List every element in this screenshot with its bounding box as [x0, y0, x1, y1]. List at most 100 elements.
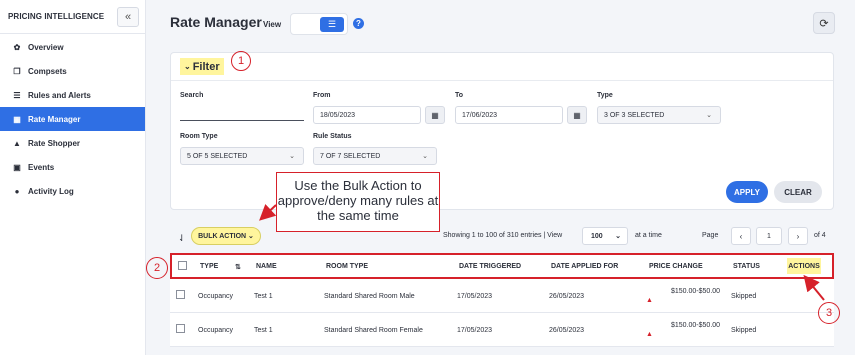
- row-checkbox[interactable]: [176, 290, 185, 299]
- row-date-applied: 26/05/2023: [549, 327, 585, 334]
- at-a-time-label: at a time: [635, 232, 662, 239]
- annotation-note: Use the Bulk Action to approve/deny many…: [276, 172, 440, 232]
- sidebar-item-label: Rate Manager: [28, 114, 81, 124]
- page-label: Page: [702, 232, 719, 239]
- to-date-field[interactable]: 17/06/2023: [455, 106, 563, 124]
- row-checkbox[interactable]: [176, 324, 185, 333]
- view-label: View: [263, 20, 282, 29]
- warning-icon: ▲: [646, 331, 653, 338]
- calendar-check-icon: ▣: [13, 162, 21, 172]
- view-toggle[interactable]: ☰: [290, 13, 348, 35]
- page-title: Rate Manager: [170, 14, 262, 30]
- filter-toggle[interactable]: ⌄ Filter: [180, 58, 224, 75]
- sidebar-item-events[interactable]: ▣ Events: [0, 155, 145, 179]
- sort-icon[interactable]: ⇃: [178, 233, 186, 244]
- column-header-status[interactable]: STATUS: [733, 263, 760, 270]
- per-page-select[interactable]: 100 ⌄: [582, 227, 628, 245]
- room-type-select-value: 5 OF 5 SELECTED: [187, 152, 248, 160]
- row-date-triggered: 17/05/2023: [457, 293, 493, 300]
- list-icon: ☰: [13, 90, 21, 100]
- sidebar-item-label: Rules and Alerts: [28, 90, 91, 100]
- column-header-name[interactable]: NAME: [256, 263, 277, 270]
- column-header-actions: ACTIONS: [787, 258, 821, 274]
- row-room-type: Standard Shared Room Male: [324, 293, 415, 300]
- rules-table: TYPE ⇅ NAME ROOM TYPE DATE TRIGGERED DAT…: [170, 253, 834, 347]
- annotation-callout-3: 3: [818, 302, 840, 324]
- row-room-type: Standard Shared Room Female: [324, 327, 423, 334]
- column-header-type[interactable]: TYPE: [200, 263, 218, 270]
- prev-page-button[interactable]: ‹: [731, 227, 751, 245]
- sidebar-item-rate-manager[interactable]: ▦ Rate Manager: [0, 107, 145, 131]
- row-status: Skipped: [731, 327, 757, 334]
- row-date-triggered: 17/05/2023: [457, 327, 493, 334]
- sidebar-item-label: Overview: [28, 42, 64, 52]
- filter-title: Filter: [192, 60, 220, 73]
- rule-status-select-value: 7 OF 7 SELECTED: [320, 152, 381, 160]
- bulk-action-button[interactable]: BULK ACTION ⌄: [191, 227, 261, 245]
- rule-status-select[interactable]: 7 OF 7 SELECTED ⌄: [313, 147, 437, 165]
- sidebar: PRICING INTELLIGENCE « ✿ Overview ❐ Comp…: [0, 0, 146, 355]
- main-content: Rate Manager View ☰ ? ⟳ ⌄ Filter 1 Searc…: [146, 0, 855, 355]
- sidebar-item-rate-shopper[interactable]: ▲ Rate Shopper: [0, 131, 145, 155]
- row-date-applied: 26/05/2023: [549, 293, 585, 300]
- row-price-change: $150.00-$50.00: [671, 322, 721, 329]
- search-input[interactable]: [180, 105, 304, 121]
- sort-icon[interactable]: ⇅: [235, 263, 241, 271]
- from-calendar-icon[interactable]: ▦: [425, 106, 445, 124]
- row-type: Occupancy: [198, 293, 234, 300]
- sidebar-item-overview[interactable]: ✿ Overview: [0, 35, 145, 59]
- search-label: Search: [180, 92, 204, 99]
- chevron-down-icon: ⌄: [706, 112, 712, 119]
- select-all-checkbox[interactable]: [178, 261, 187, 270]
- column-header-date-triggered[interactable]: DATE TRIGGERED: [459, 263, 521, 270]
- filter-divider: [171, 80, 833, 81]
- list-view-icon[interactable]: ☰: [320, 17, 344, 32]
- column-header-date-applied-for[interactable]: DATE APPLIED FOR: [551, 263, 618, 270]
- sidebar-title: PRICING INTELLIGENCE: [8, 12, 105, 21]
- apply-button[interactable]: APPLY: [726, 181, 768, 203]
- clear-button[interactable]: CLEAR: [774, 181, 822, 203]
- column-header-room-type[interactable]: ROOM TYPE: [326, 263, 368, 270]
- from-label: From: [313, 92, 331, 99]
- copy-icon: ❐: [13, 66, 21, 76]
- row-status: Skipped: [731, 293, 757, 300]
- chevron-down-icon: ⌄: [615, 233, 621, 240]
- help-icon[interactable]: ?: [353, 18, 364, 29]
- sidebar-item-label: Rate Shopper: [28, 138, 81, 148]
- to-calendar-icon[interactable]: ▦: [567, 106, 587, 124]
- row-name: Test 1: [254, 327, 273, 334]
- page-count-label: of 4: [814, 232, 826, 239]
- column-header-price-change[interactable]: PRICE CHANGE: [649, 263, 703, 270]
- next-page-button[interactable]: ›: [788, 227, 808, 245]
- chevron-down-icon: ⌄: [289, 153, 295, 160]
- annotation-callout-1: 1: [231, 51, 251, 71]
- warning-icon: ▲: [646, 297, 653, 304]
- room-type-label: Room Type: [180, 133, 218, 140]
- page-number-input[interactable]: 1: [756, 227, 782, 245]
- chart-icon: ▲: [13, 138, 21, 148]
- calendar-icon: ▦: [13, 114, 21, 124]
- chevron-down-icon: ⌄: [422, 153, 428, 160]
- annotation-callout-2: 2: [146, 257, 168, 279]
- type-select[interactable]: 3 OF 3 SELECTED ⌄: [597, 106, 721, 124]
- room-type-select[interactable]: 5 OF 5 SELECTED ⌄: [180, 147, 304, 165]
- sidebar-item-rules-and-alerts[interactable]: ☰ Rules and Alerts: [0, 83, 145, 107]
- refresh-button[interactable]: ⟳: [813, 12, 835, 34]
- row-name: Test 1: [254, 293, 273, 300]
- sidebar-nav: ✿ Overview ❐ Compsets ☰ Rules and Alerts…: [0, 34, 145, 203]
- rule-status-label: Rule Status: [313, 133, 352, 140]
- sidebar-header: PRICING INTELLIGENCE «: [0, 0, 145, 34]
- collapse-sidebar-button[interactable]: «: [117, 6, 139, 27]
- table-header: TYPE ⇅ NAME ROOM TYPE DATE TRIGGERED DAT…: [170, 253, 834, 279]
- table-row[interactable]: Occupancy Test 1 Standard Shared Room Fe…: [170, 313, 834, 347]
- type-select-value: 3 OF 3 SELECTED: [604, 111, 665, 119]
- row-price-change: $150.00-$50.00: [671, 288, 721, 295]
- table-row[interactable]: Occupancy Test 1 Standard Shared Room Ma…: [170, 279, 834, 313]
- per-page-value: 100: [591, 232, 603, 240]
- chevron-down-icon: ⌄: [184, 62, 191, 71]
- sidebar-item-label: Events: [28, 162, 55, 172]
- from-date-field[interactable]: 18/05/2023: [313, 106, 421, 124]
- sidebar-item-activity-log[interactable]: ● Activity Log: [0, 179, 145, 203]
- row-type: Occupancy: [198, 327, 234, 334]
- sidebar-item-compsets[interactable]: ❐ Compsets: [0, 59, 145, 83]
